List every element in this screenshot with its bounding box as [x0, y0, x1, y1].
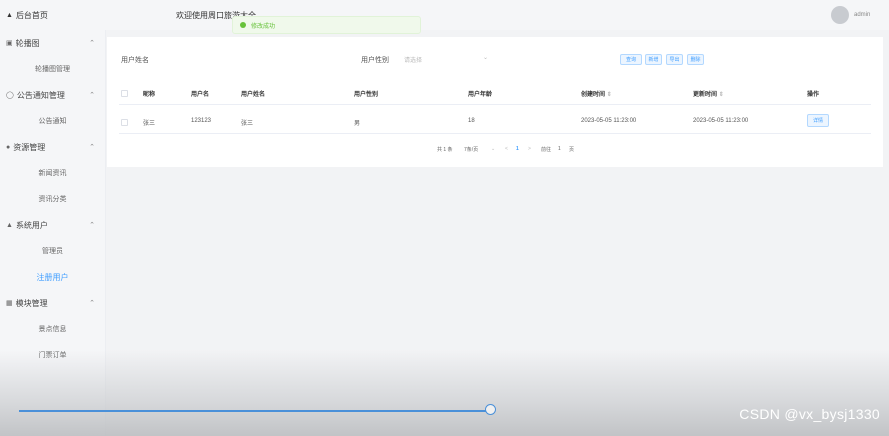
menu-item-registered-user[interactable]: 注册用户 [0, 264, 105, 290]
progress-bar[interactable] [19, 410, 491, 412]
chevron-down-icon[interactable]: ⌄ [483, 54, 488, 61]
menu-group-system-user[interactable]: ▲ 系统用户 ⌃ [0, 212, 105, 238]
query-button[interactable]: 查询 [620, 54, 642, 65]
menu-group-resource[interactable]: ● 资源管理 ⌃ [0, 134, 105, 160]
grid-icon: ▦ [6, 300, 13, 307]
column-header: 用户年龄 [468, 92, 493, 98]
chevron-up-icon: ⌃ [89, 300, 95, 307]
menu-item-scenic-spot[interactable]: 景点信息 [0, 316, 105, 342]
cell-gender: 男 [354, 121, 361, 127]
toast-message: 修改成功 [251, 23, 276, 30]
select-all-checkbox[interactable] [121, 90, 128, 97]
cell-username: 123123 [191, 118, 212, 124]
cell-updated: 2023-05-05 11:23:00 [693, 118, 749, 124]
success-toast: 修改成功 [232, 16, 421, 34]
goto-page-input[interactable]: 1 [558, 146, 561, 152]
chevron-down-icon[interactable]: ⌄ [491, 146, 495, 152]
column-header: 用户性别 [354, 92, 379, 98]
add-button[interactable]: 新增 [645, 54, 662, 65]
progress-handle[interactable] [485, 404, 496, 415]
page-number-current[interactable]: 1 [516, 146, 519, 152]
row-checkbox[interactable] [121, 119, 128, 126]
menu-group-notice[interactable]: ◯ 公告通知管理 ⌃ [0, 82, 105, 108]
menu-item-news[interactable]: 新闻资讯 [0, 160, 105, 186]
prev-page-button[interactable]: < [505, 146, 508, 152]
gender-label: 用户性别 [361, 57, 389, 64]
content-card: 用户姓名 用户性别 请选择 ⌄ 查询 新增 导出 删除 昵称 用户名 用户姓名 … [107, 37, 883, 167]
chevron-up-icon: ⌃ [89, 40, 95, 47]
divider [119, 104, 871, 105]
column-header: 用户姓名 [241, 92, 266, 98]
menu-group-label: 模块管理 [15, 298, 48, 308]
sidebar-home-label: 后台首页 [15, 10, 48, 20]
delete-button[interactable]: 删除 [687, 54, 704, 65]
menu-group-label: 系统用户 [15, 220, 48, 230]
sidebar-home[interactable]: ▲ 后台首页 [0, 0, 105, 30]
menu-group-module[interactable]: ▦ 模块管理 ⌃ [0, 290, 105, 316]
export-button[interactable]: 导出 [666, 54, 683, 65]
home-icon: ▲ [6, 11, 13, 19]
column-header-sortable[interactable]: 更新时间 ⇕ [693, 89, 724, 98]
watermark: CSDN @vx_bysj1330 [739, 406, 880, 422]
cell-realname: 张三 [241, 121, 254, 127]
chevron-up-icon: ⌃ [89, 222, 95, 229]
menu-group-label: 公告通知管理 [16, 90, 65, 100]
username-label[interactable]: admin [854, 12, 870, 18]
column-header-sortable[interactable]: 创建时间 ⇕ [581, 89, 612, 98]
menu-group-label: 轮播图 [15, 38, 40, 48]
sort-icon: ⇕ [718, 92, 724, 98]
image-icon: ▣ [6, 40, 13, 47]
success-icon [240, 22, 246, 28]
menu-item-notice[interactable]: 公告通知 [0, 108, 105, 134]
chevron-up-icon: ⌃ [89, 144, 95, 151]
gender-select[interactable]: 请选择 [404, 55, 422, 64]
resource-icon: ● [6, 143, 11, 151]
column-header: 昵称 [143, 92, 156, 98]
menu-item-news-category[interactable]: 资讯分类 [0, 186, 105, 212]
divider [119, 133, 871, 134]
cell-nickname: 张三 [143, 121, 156, 127]
column-header: 用户名 [191, 92, 210, 98]
menu-group-label: 资源管理 [13, 142, 46, 152]
cell-age: 18 [468, 118, 475, 124]
user-icon: ▲ [6, 221, 13, 229]
chevron-up-icon: ⌃ [89, 92, 95, 99]
menu-item-carousel-manage[interactable]: 轮播图管理 [0, 56, 105, 82]
page-unit-label: 页 [569, 147, 575, 153]
sort-icon: ⇕ [606, 92, 612, 98]
bell-icon: ◯ [6, 92, 14, 99]
avatar[interactable] [831, 6, 849, 24]
top-header: 欢迎使用周口旅游大全 admin [105, 0, 889, 30]
column-header-label: 更新时间 [693, 92, 718, 98]
player-overlay [0, 350, 889, 436]
menu-item-admin[interactable]: 管理员 [0, 238, 105, 264]
username-search-label: 用户姓名 [121, 57, 149, 64]
page-size-select[interactable]: 7条/页 [464, 146, 478, 153]
pagination-total: 共 1 条 [437, 147, 453, 153]
menu-group-carousel[interactable]: ▣ 轮播图 ⌃ [0, 30, 105, 56]
detail-button[interactable]: 详情 [807, 114, 829, 127]
column-header: 操作 [807, 92, 820, 98]
next-page-button[interactable]: > [528, 146, 531, 152]
column-header-label: 创建时间 [581, 92, 606, 98]
goto-label: 前往 [541, 147, 552, 153]
cell-created: 2023-05-05 11:23:00 [581, 118, 637, 124]
